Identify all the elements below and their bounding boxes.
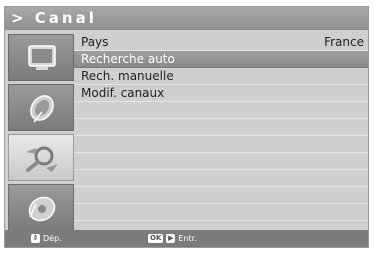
page-title: > Canal xyxy=(5,7,368,30)
satellite-dish-icon xyxy=(30,95,54,123)
menu-item-pays[interactable]: Pays France xyxy=(74,34,368,51)
menu-list: Pays France Recherche auto Rech. manuell… xyxy=(74,34,368,234)
menu-item-label: Rech. manuelle xyxy=(81,69,174,83)
menu-empty-row xyxy=(74,153,368,170)
menu-empty-row xyxy=(74,187,368,204)
menu-empty-row xyxy=(74,136,368,153)
menu-item-label: Pays xyxy=(81,35,109,49)
sidebar-item-search[interactable] xyxy=(8,134,74,181)
menu-item-value: France xyxy=(324,35,364,49)
disc-icon xyxy=(28,196,56,222)
menu-item-label: Recherche auto xyxy=(81,52,175,66)
footer-hints: ⇕ Dép. OK ▶ Entr. xyxy=(5,230,368,247)
sidebar-item-tv[interactable] xyxy=(8,34,74,81)
menu-item-modif-canaux[interactable]: Modif. canaux xyxy=(74,85,368,102)
search-icon xyxy=(26,146,58,172)
menu-item-label: Modif. canaux xyxy=(81,86,165,100)
menu-empty-row xyxy=(74,102,368,119)
tv-icon xyxy=(28,45,56,70)
menu-window: > Canal Pays France Recherche auto Rech.… xyxy=(4,6,369,248)
menu-item-recherche-auto[interactable]: Recherche auto xyxy=(74,51,368,68)
enter-label: Entr. xyxy=(178,234,197,243)
ok-key-icon: OK xyxy=(148,234,164,243)
right-arrow-icon: ▶ xyxy=(166,234,176,243)
menu-empty-row xyxy=(74,119,368,136)
menu-item-rech-manuelle[interactable]: Rech. manuelle xyxy=(74,68,368,85)
updown-arrows-icon: ⇕ xyxy=(31,234,40,243)
menu-empty-row xyxy=(74,204,368,221)
sidebar-item-disc[interactable] xyxy=(8,184,74,231)
menu-empty-row xyxy=(74,170,368,187)
move-hint: ⇕ Dép. xyxy=(31,230,62,247)
enter-hint: OK ▶ Entr. xyxy=(148,230,197,247)
sidebar xyxy=(8,34,74,234)
move-label: Dép. xyxy=(43,234,62,243)
sidebar-item-satellite[interactable] xyxy=(8,84,74,131)
